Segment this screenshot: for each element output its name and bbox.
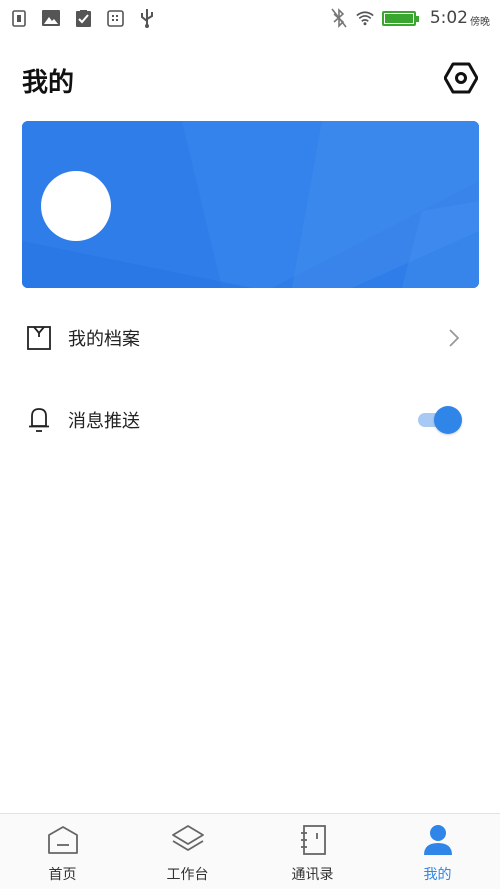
menu-item-archive[interactable]: 我的档案 [0,310,500,366]
battery-level [384,13,413,23]
status-bar: 5:02 傍晚 [0,0,500,36]
usb-icon [138,9,156,28]
person-icon [420,822,456,858]
shirt-icon [26,324,52,352]
menu-item-archive-label: 我的档案 [68,329,140,350]
nav-item-mine[interactable]: 我的 [375,814,500,889]
nav-label-home: 首页 [48,867,77,883]
wifi-icon [356,9,374,27]
nav-label-contacts: 通讯录 [291,867,334,883]
sd-card-icon [106,9,124,27]
gear-hex-icon [443,62,479,98]
nav-item-home[interactable]: 首页 [0,814,125,889]
bell-icon [26,406,52,434]
bluetooth-off-icon [330,8,348,28]
home-icon [45,822,81,858]
status-time-suffix: 傍晚 [470,16,490,28]
settings-button[interactable] [442,62,480,98]
chevron-right-icon [446,326,462,350]
battery-icon [381,10,419,26]
push-toggle[interactable] [416,406,462,434]
clipboard-check-icon [74,9,92,27]
sim-icon [10,9,28,27]
nav-item-contacts[interactable]: 通讯录 [250,814,375,889]
nav-label-workbench: 工作台 [166,867,209,883]
contacts-icon [295,822,331,858]
nav-item-workbench[interactable]: 工作台 [125,814,250,889]
status-left-icons [10,9,156,28]
page-title: 我的 [22,68,75,98]
menu-item-push-label: 消息推送 [68,411,140,432]
push-toggle-knob [434,406,462,434]
avatar[interactable] [41,171,111,241]
status-time: 5:02 [429,8,468,28]
menu-item-push: 消息推送 [0,392,500,448]
nav-label-mine: 我的 [423,867,452,883]
profile-card[interactable] [22,121,479,288]
status-right-icons: 5:02 傍晚 [330,8,490,28]
bottom-nav: 首页 工作台 通讯录 我的 [0,813,500,889]
image-icon [42,9,60,27]
layers-icon [170,822,206,858]
